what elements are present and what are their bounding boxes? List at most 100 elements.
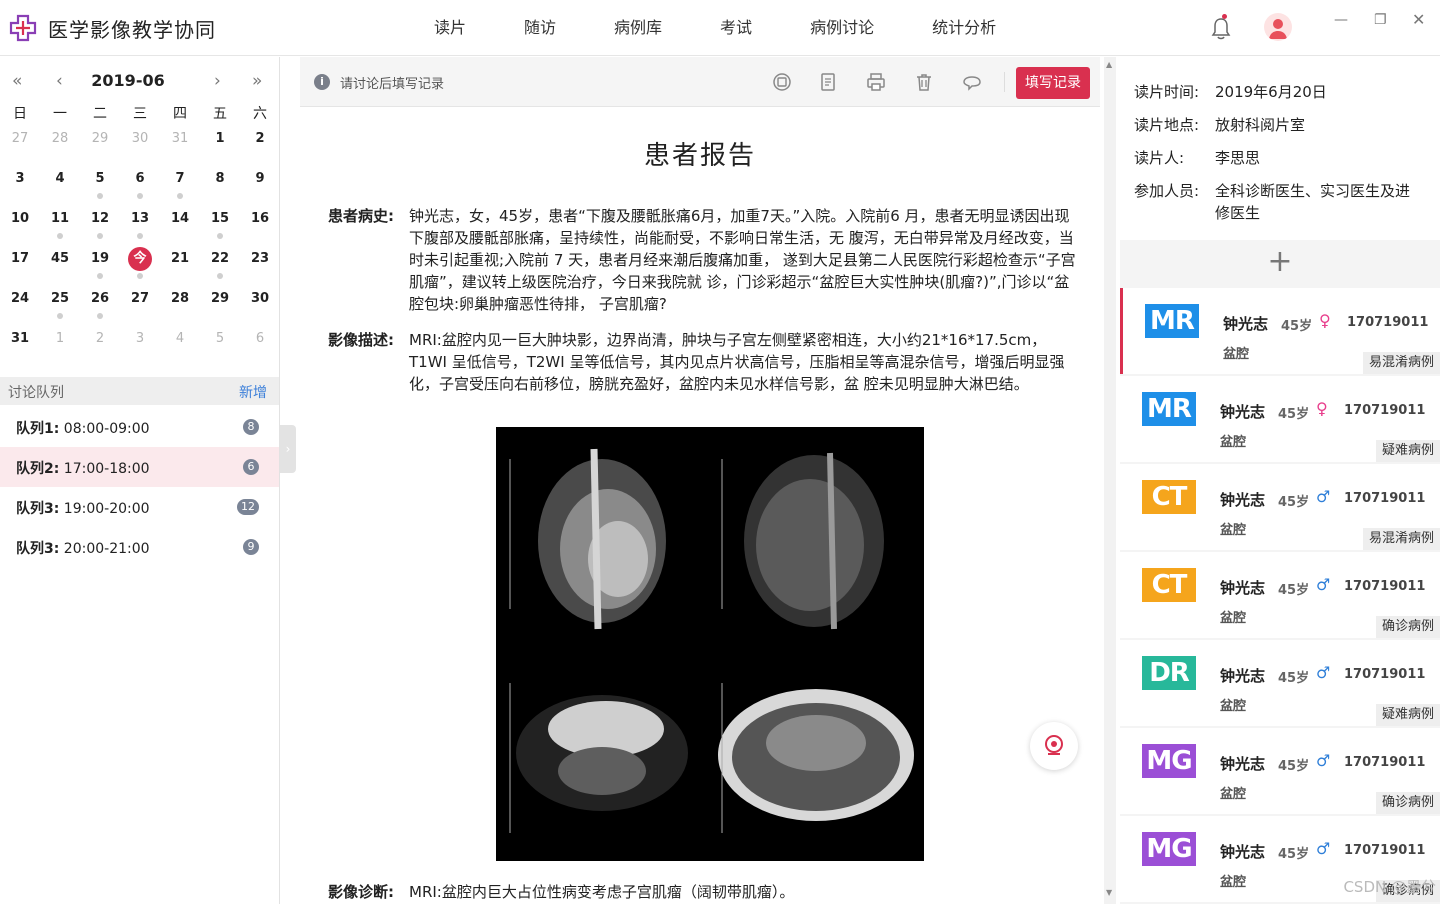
calendar-day[interactable]: 23 [240, 251, 280, 291]
calendar-day[interactable]: 31 [0, 331, 40, 371]
minimize-icon[interactable]: — [1334, 12, 1348, 28]
calendar-day[interactable]: 13 [120, 211, 160, 251]
case-card[interactable]: DR 钟光志 45岁 ♂ 170719011 盆腔 疑难病例 [1120, 640, 1440, 726]
calendar-day[interactable]: 2 [240, 131, 280, 171]
calendar-day[interactable]: 27 [120, 291, 160, 331]
calendar-day[interactable]: 8 [200, 171, 240, 211]
case-card[interactable]: CT 钟光志 45岁 ♂ 170719011 盆腔 确诊病例 [1120, 552, 1440, 638]
collapse-panel-icon[interactable]: › [280, 425, 296, 473]
calendar-day[interactable]: 2 [80, 331, 120, 371]
calendar-day[interactable]: 22 [200, 251, 240, 291]
calendar-day[interactable]: 26 [80, 291, 120, 331]
calendar-day[interactable]: 30 [240, 291, 280, 331]
close-icon[interactable]: ✕ [1412, 10, 1425, 29]
calendar-day[interactable]: 7 [160, 171, 200, 211]
queue-count-badge: 8 [243, 419, 259, 435]
calendar-day[interactable]: 14 [160, 211, 200, 251]
calendar-day[interactable]: 24 [0, 291, 40, 331]
user-avatar[interactable] [1264, 13, 1292, 41]
calendar-day[interactable]: 28 [160, 291, 200, 331]
scroll-down-icon[interactable]: ▼ [1106, 888, 1112, 897]
calendar-day[interactable]: 3 [120, 331, 160, 371]
next-year-icon[interactable]: » [252, 71, 262, 91]
reading-icon[interactable] [772, 72, 792, 92]
mri-image[interactable] [710, 429, 922, 635]
report-scrollbar[interactable] [1104, 57, 1116, 904]
fill-record-button[interactable]: 填写记录 [1016, 67, 1090, 99]
mri-image-grid[interactable] [496, 427, 924, 861]
case-card[interactable]: CT 钟光志 45岁 ♂ 170719011 盆腔 易混淆病例 [1120, 464, 1440, 550]
case-card-selected[interactable]: MR 钟光志 45岁 ♀ 170719011 盆腔 易混淆病例 [1120, 288, 1440, 374]
calendar-day[interactable]: 12 [80, 211, 120, 251]
restore-icon[interactable]: ❐ [1374, 12, 1387, 28]
nav-followup[interactable]: 随访 [524, 0, 556, 56]
calendar-day[interactable]: 29 [200, 291, 240, 331]
queue-item[interactable]: 队列1: 08:00-09:00 8 [0, 407, 279, 447]
calendar-day[interactable]: 31 [160, 131, 200, 171]
calendar-day[interactable]: 10 [0, 211, 40, 251]
mri-image[interactable] [498, 429, 706, 635]
calendar-day[interactable]: 6 [120, 171, 160, 211]
imaging-text: MRI:盆腔内见一巨大肿块影，边界尚清，肿块与子宫左侧壁紧密相连，大小约21*1… [409, 331, 1065, 393]
calendar-day[interactable]: 4 [40, 171, 80, 211]
locate-button[interactable] [1030, 722, 1078, 770]
document-icon[interactable] [818, 72, 838, 92]
delete-icon[interactable] [914, 72, 934, 92]
bell-icon[interactable] [1210, 16, 1232, 40]
calendar-day[interactable]: 1 [200, 131, 240, 171]
next-month-icon[interactable]: › [214, 71, 221, 91]
calendar-day[interactable]: 15 [200, 211, 240, 251]
calendar-day-today[interactable]: 今 [120, 247, 160, 291]
nav-case-discussion[interactable]: 病例讨论 [810, 0, 874, 56]
calendar-day[interactable]: 6 [240, 331, 280, 371]
add-case-button[interactable]: + [1120, 240, 1440, 286]
calendar-day[interactable]: 4 [160, 331, 200, 371]
calendar-day[interactable]: 1 [40, 331, 80, 371]
calendar-day[interactable]: 29 [80, 131, 120, 171]
modality-badge: MR [1142, 392, 1196, 426]
calendar-day[interactable]: 17 [0, 251, 40, 291]
calendar-day[interactable]: 5 [200, 331, 240, 371]
nav-reading[interactable]: 读片 [434, 0, 466, 56]
queue-time: 08:00-09:00 [63, 421, 150, 437]
weekday: 日 [13, 106, 27, 122]
calendar-day[interactable]: 11 [40, 211, 80, 251]
event-dot [137, 193, 143, 199]
queue-item-label: 队列1: 08:00-09:00 [16, 418, 150, 438]
nav-statistics[interactable]: 统计分析 [932, 0, 996, 56]
calendar-day[interactable]: 21 [160, 251, 200, 291]
discussion-icon[interactable] [962, 72, 982, 92]
case-tag: 易混淆病例 [1362, 528, 1440, 550]
mri-image[interactable] [710, 643, 922, 859]
calendar-day[interactable]: 19 [80, 251, 120, 291]
report-panel: i 请讨论后填写记录 填写记录 患者报告 患者病史: 钟光志，女，45岁，患者“… [300, 57, 1100, 904]
calendar-day[interactable]: 16 [240, 211, 280, 251]
day-number: 25 [50, 291, 70, 306]
target-icon [1045, 735, 1063, 755]
calendar-day[interactable]: 28 [40, 131, 80, 171]
case-card[interactable]: MG 钟光志 45岁 ♂ 170719011 盆腔 确诊病例 [1120, 728, 1440, 814]
mri-image[interactable] [498, 643, 706, 859]
queue-item[interactable]: 队列3: 20:00-21:00 9 [0, 527, 279, 567]
calendar-day[interactable]: 5 [80, 171, 120, 211]
calendar-day[interactable]: 27 [0, 131, 40, 171]
scroll-up-icon[interactable]: ▲ [1106, 60, 1112, 69]
queue-count-badge: 6 [243, 459, 259, 475]
calendar-day[interactable]: 30 [120, 131, 160, 171]
nav-exam[interactable]: 考试 [720, 0, 752, 56]
add-queue-button[interactable]: 新增 [239, 382, 267, 402]
queue-item[interactable]: 队列3: 19:00-20:00 12 [0, 487, 279, 527]
case-card[interactable]: MR 钟光志 45岁 ♀ 170719011 盆腔 疑难病例 [1120, 376, 1440, 462]
print-icon[interactable] [866, 72, 886, 92]
queue-header-label: 讨论队列 [8, 385, 64, 401]
calendar-day[interactable]: 25 [40, 291, 80, 331]
body-part: 盆腔 [1220, 699, 1247, 714]
nav-case-library[interactable]: 病例库 [614, 0, 662, 56]
calendar-day[interactable]: 45 [40, 251, 80, 291]
event-dot [217, 273, 223, 279]
calendar-day[interactable]: 9 [240, 171, 280, 211]
notification-dot [1222, 14, 1227, 19]
watermark-text: CSDN @墨兮 [1343, 878, 1436, 896]
queue-item-selected[interactable]: 队列2: 17:00-18:00 6 [0, 447, 279, 487]
calendar-day[interactable]: 3 [0, 171, 40, 211]
